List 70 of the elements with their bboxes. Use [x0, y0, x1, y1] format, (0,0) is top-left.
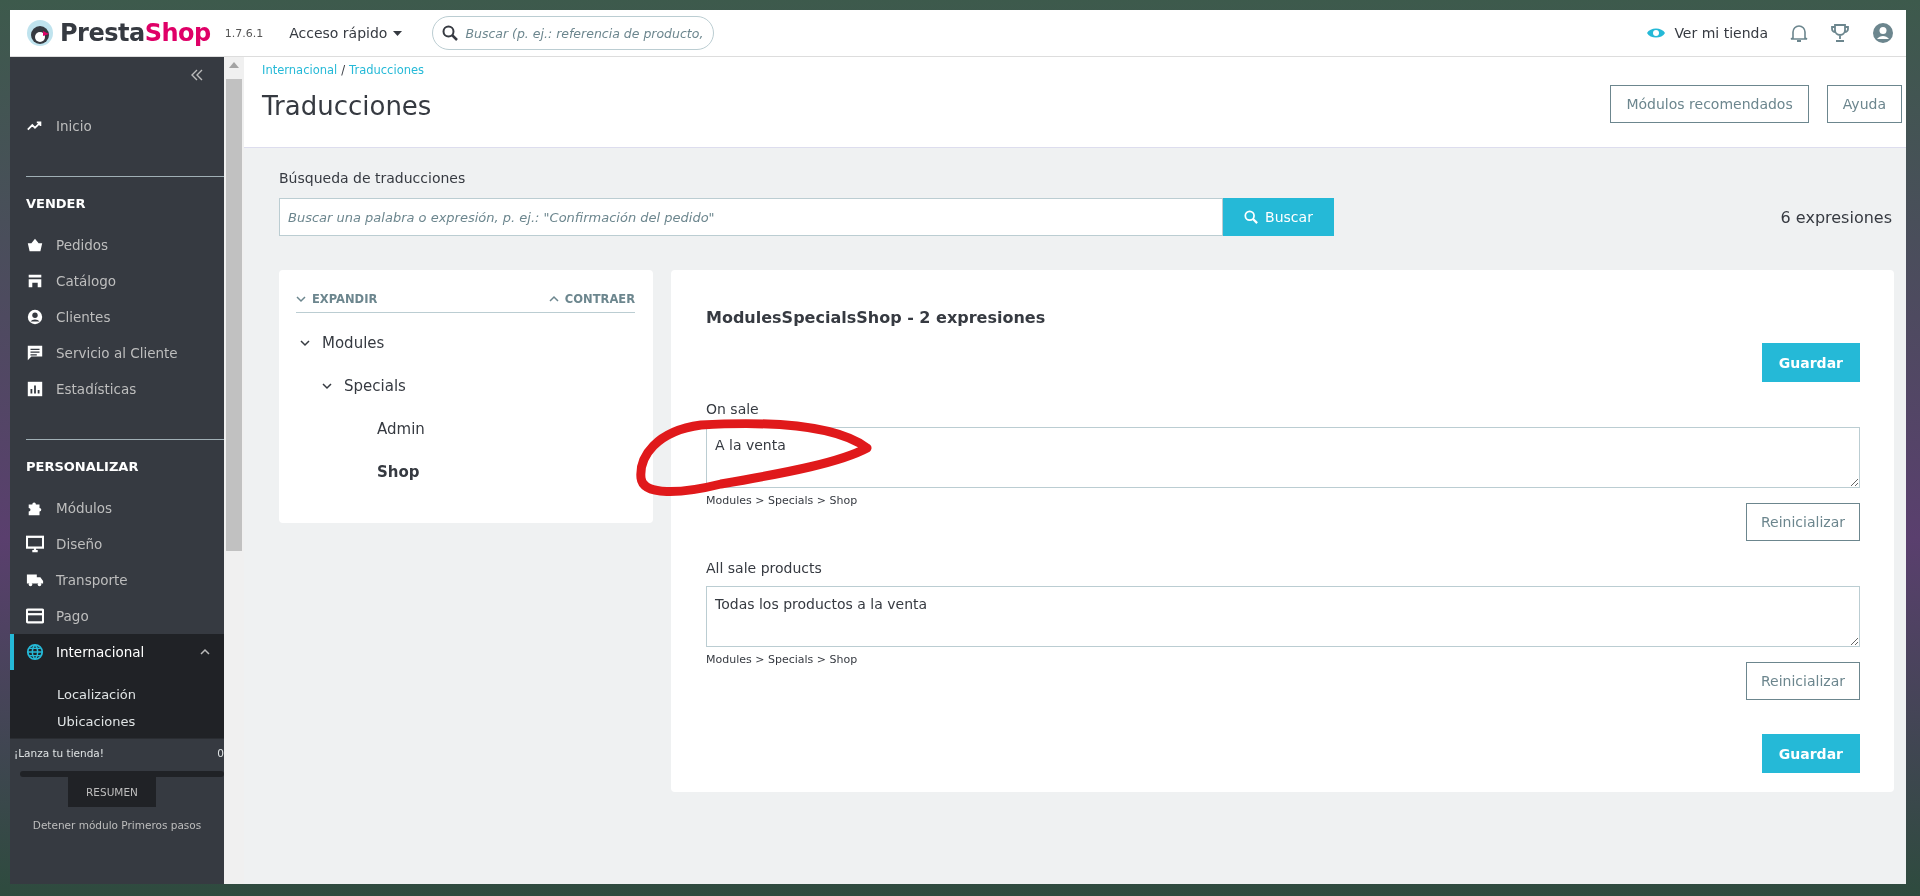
store-logo[interactable]: PrestaShop	[26, 19, 211, 47]
sidebar-item[interactable]: Pedidos	[10, 227, 224, 263]
page-title: Traducciones	[262, 91, 432, 121]
section-heading: VENDER	[25, 196, 87, 211]
sidebar-item[interactable]: Inicio	[10, 108, 224, 144]
search-field[interactable]: Buscar (p. ej.: referencia de producto,	[432, 16, 715, 50]
sidebar-item[interactable]: Transporte	[10, 562, 224, 598]
quick-access-menu[interactable]: Acceso rápido	[289, 25, 403, 41]
menu-item-icon	[26, 535, 44, 553]
sidebar-item[interactable]: Servicio al Cliente	[10, 335, 224, 371]
expression-label: On sale	[706, 401, 760, 417]
puffin-logo-icon	[26, 19, 54, 47]
sidebar-item[interactable]: Pago	[10, 598, 224, 634]
expression-count: 6 expresiones	[1780, 207, 1893, 227]
translation-field[interactable]: A la venta	[706, 427, 1860, 488]
view-store-link[interactable]: Ver mi tienda	[1646, 25, 1768, 41]
header-button[interactable]: Ayuda	[1826, 85, 1902, 123]
tree-node[interactable]: Specials	[296, 364, 635, 407]
bell-icon[interactable]	[1790, 23, 1808, 43]
scrollbar[interactable]	[224, 57, 244, 884]
sidebar-item[interactable]: Módulos	[10, 490, 224, 526]
menu-item-icon	[26, 236, 44, 254]
expression-label: All sale products	[706, 560, 823, 576]
card-title: ModulesSpecialsShop - 2 expresiones	[706, 308, 1047, 327]
search-label: Búsqueda de traducciones	[279, 170, 467, 186]
expand-all-button[interactable]: EXPANDIR	[296, 292, 378, 306]
reset-button[interactable]: Reinicializar	[1746, 662, 1860, 700]
menu-item-icon	[26, 643, 44, 661]
sidebar-item[interactable]: Estadísticas	[10, 371, 224, 407]
scroll-up-arrow-icon[interactable]	[229, 62, 239, 68]
menu-item-icon	[26, 272, 44, 290]
menu-item-icon	[26, 344, 44, 362]
reset-button[interactable]: Reinicializar	[1746, 503, 1860, 541]
translation-search-field[interactable]: Buscar una palabra o expresión, p. ej.: "Confirmación del pedido"	[279, 198, 1223, 236]
tree-node[interactable]: Shop	[296, 450, 635, 493]
tree-node[interactable]: Modules	[296, 321, 635, 364]
collapse-all-button[interactable]: CONTRAER	[548, 292, 635, 306]
tree-node[interactable]: Admin	[296, 407, 635, 450]
header-button[interactable]: Módulos recomendados	[1610, 85, 1809, 123]
launch-title: ¡Lanza tu tienda!	[14, 747, 104, 759]
trophy-icon[interactable]	[1830, 23, 1850, 43]
search-icon	[442, 25, 459, 41]
menu-item-icon	[26, 308, 44, 326]
user-avatar-icon[interactable]	[1872, 22, 1894, 44]
submenu-item[interactable]: Ubicaciones	[10, 708, 224, 735]
eye-icon	[1646, 26, 1667, 40]
caret-up-icon	[200, 647, 210, 657]
section-heading: PERSONALIZAR	[25, 459, 140, 474]
menu-item-icon	[26, 380, 44, 398]
version-label: 1.7.6.1	[224, 26, 264, 40]
summary-button[interactable]: RESUMEN	[68, 777, 156, 807]
sidebar-item[interactable]: Clientes	[10, 299, 224, 335]
caret-up-icon	[548, 294, 559, 304]
menu-item-icon	[26, 607, 44, 625]
sidebar-item[interactable]: Diseño	[10, 526, 224, 562]
caret-down-icon	[300, 337, 310, 348]
domain-path: Modules > Specials > Shop	[706, 494, 859, 507]
dropdown-caret-icon	[393, 30, 403, 36]
translation-field[interactable]: Todas los productos a la venta	[706, 586, 1860, 647]
domain-path: Modules > Specials > Shop	[706, 653, 859, 666]
caret-down-icon	[322, 380, 332, 391]
caret-down-icon	[296, 294, 306, 304]
progress-percent: 0	[217, 747, 224, 759]
breadcrumb-separator: /	[341, 63, 346, 77]
sidebar-item[interactable]: Internacional	[10, 634, 224, 670]
submenu-item[interactable]: Localización	[10, 681, 224, 708]
stop-module-link[interactable]: Detener módulo Primeros pasos	[10, 819, 224, 831]
search-icon	[1244, 210, 1259, 224]
collapse-sidebar-icon[interactable]	[190, 69, 204, 81]
sidebar-item[interactable]: Catálogo	[10, 263, 224, 299]
